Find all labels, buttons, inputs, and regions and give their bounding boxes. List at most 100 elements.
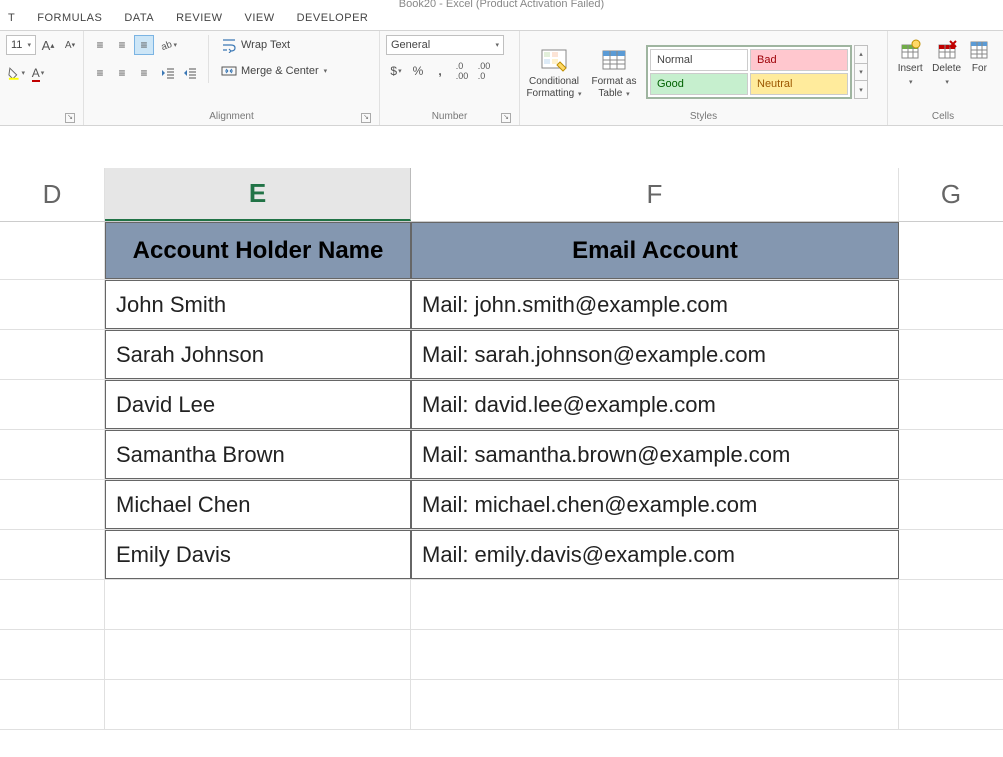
delete-button[interactable]: Delete ▾ [930, 35, 962, 89]
dialog-launcher-icon[interactable]: ↘ [501, 113, 511, 123]
cell-empty[interactable] [411, 580, 899, 629]
group-label-alignment: Alignment ↘ [90, 109, 373, 125]
align-middle-button[interactable]: ≡ [112, 35, 132, 55]
accounting-format-button[interactable]: $▾ [386, 61, 406, 81]
cell-email[interactable]: Mail: michael.chen@example.com [411, 480, 899, 529]
cell-name[interactable]: Emily Davis [105, 530, 411, 579]
cell-empty[interactable] [899, 480, 1003, 529]
increase-indent-button[interactable] [180, 63, 200, 83]
table-header-email[interactable]: Email Account [411, 222, 899, 279]
number-format-select[interactable]: General ▾ [386, 35, 504, 55]
cell-empty[interactable] [899, 330, 1003, 379]
cell-empty[interactable] [0, 330, 105, 379]
cell-empty[interactable] [0, 630, 105, 679]
percent-format-button[interactable]: % [408, 61, 428, 81]
cell-email[interactable]: Mail: samantha.brown@example.com [411, 430, 899, 479]
cell-email[interactable]: Mail: sarah.johnson@example.com [411, 330, 899, 379]
insert-button[interactable]: Insert ▾ [894, 35, 926, 89]
tab-review[interactable]: REVIEW [176, 12, 222, 24]
align-top-button[interactable]: ≡ [90, 35, 110, 55]
column-header-f[interactable]: F [411, 168, 899, 221]
insert-cells-icon [899, 39, 921, 61]
column-header-g[interactable]: G [899, 168, 1003, 221]
dialog-launcher-icon[interactable]: ↘ [361, 113, 371, 123]
cell-empty[interactable] [105, 580, 411, 629]
cell-empty[interactable] [0, 580, 105, 629]
fill-color-button[interactable]: ▾ [6, 63, 26, 83]
chevron-up-icon[interactable]: ▴ [855, 46, 867, 64]
tab-developer[interactable]: DEVELOPER [297, 12, 369, 24]
cell-empty[interactable] [0, 530, 105, 579]
cell-name[interactable]: Michael Chen [105, 480, 411, 529]
tab-data[interactable]: DATA [124, 12, 154, 24]
align-bottom-button[interactable]: ≡ [134, 35, 154, 55]
cell-empty[interactable] [0, 380, 105, 429]
styles-more-icon[interactable]: ▾ [855, 81, 867, 98]
cell-styles-gallery[interactable]: Normal Bad Good Neutral [646, 45, 852, 99]
tab-view[interactable]: VIEW [244, 12, 274, 24]
cell-empty[interactable] [899, 380, 1003, 429]
conditional-formatting-button[interactable]: ConditionalFormatting ▾ [526, 44, 582, 101]
tab-partial[interactable]: T [8, 12, 15, 24]
column-header-d[interactable]: D [0, 168, 105, 221]
cell-empty[interactable] [899, 430, 1003, 479]
cell-empty[interactable] [899, 222, 1003, 279]
decrease-font-button[interactable]: A▾ [60, 35, 80, 55]
decrease-decimal-button[interactable]: .00.0 [474, 61, 494, 81]
spreadsheet-grid[interactable]: D E F G Account Holder Name Email Accoun… [0, 168, 1003, 730]
cell-empty[interactable] [0, 430, 105, 479]
chevron-down-icon: ▾ [324, 67, 328, 75]
format-as-table-button[interactable]: Format asTable ▾ [586, 44, 642, 101]
style-normal[interactable]: Normal [650, 49, 748, 71]
cell-name[interactable]: John Smith [105, 280, 411, 329]
cell-empty[interactable] [0, 480, 105, 529]
cell-email[interactable]: Mail: emily.davis@example.com [411, 530, 899, 579]
style-good[interactable]: Good [650, 73, 748, 95]
cell-empty[interactable] [899, 580, 1003, 629]
group-alignment: ≡ ≡ ≡ ≡ ≡ ≡ ab ▾ [84, 31, 380, 125]
cell-empty[interactable] [899, 280, 1003, 329]
table-row: Michael ChenMail: michael.chen@example.c… [0, 480, 1003, 530]
increase-decimal-button[interactable]: .0.00 [452, 61, 472, 81]
cell-empty[interactable] [0, 222, 105, 279]
window-title: Book20 - Excel (Product Activation Faile… [0, 0, 1003, 12]
merge-center-button[interactable]: Merge & Center ▾ [217, 61, 331, 81]
cell-email[interactable]: Mail: john.smith@example.com [411, 280, 899, 329]
style-neutral[interactable]: Neutral [750, 73, 848, 95]
tab-formulas[interactable]: FORMULAS [37, 12, 102, 24]
cell-empty[interactable] [105, 680, 411, 729]
svg-text:ab: ab [160, 39, 173, 52]
cell-empty[interactable] [899, 630, 1003, 679]
decrease-indent-button[interactable] [158, 63, 178, 83]
cell-empty[interactable] [899, 530, 1003, 579]
group-label-styles: Styles [526, 109, 881, 125]
cell-email[interactable]: Mail: david.lee@example.com [411, 380, 899, 429]
cell-empty[interactable] [105, 630, 411, 679]
comma-format-button[interactable]: , [430, 61, 450, 81]
column-header-e[interactable]: E [105, 168, 411, 221]
cell-empty[interactable] [411, 680, 899, 729]
cell-empty[interactable] [0, 280, 105, 329]
cell-empty[interactable] [411, 630, 899, 679]
styles-scroll[interactable]: ▴ ▾ ▾ [854, 45, 868, 99]
font-size-select[interactable]: 11 ▾ [6, 35, 36, 55]
align-left-button[interactable]: ≡ [90, 63, 110, 83]
style-bad[interactable]: Bad [750, 49, 848, 71]
increase-font-button[interactable]: A▴ [38, 35, 58, 55]
cell-name[interactable]: Sarah Johnson [105, 330, 411, 379]
wrap-text-button[interactable]: Wrap Text [217, 35, 331, 55]
table-header-name[interactable]: Account Holder Name [105, 222, 411, 279]
orientation-button[interactable]: ab ▾ [158, 35, 178, 55]
dialog-launcher-icon[interactable]: ↘ [65, 113, 75, 123]
align-center-button[interactable]: ≡ [112, 63, 132, 83]
cell-name[interactable]: David Lee [105, 380, 411, 429]
format-as-table-icon [600, 48, 628, 74]
cell-name[interactable]: Samantha Brown [105, 430, 411, 479]
cell-empty[interactable] [0, 680, 105, 729]
font-color-button[interactable]: A ▾ [28, 63, 48, 83]
cell-empty[interactable] [899, 680, 1003, 729]
format-button[interactable]: For [967, 35, 992, 75]
chevron-down-icon[interactable]: ▾ [855, 64, 867, 82]
chevron-down-icon: ▾ [398, 67, 402, 75]
align-right-button[interactable]: ≡ [134, 63, 154, 83]
